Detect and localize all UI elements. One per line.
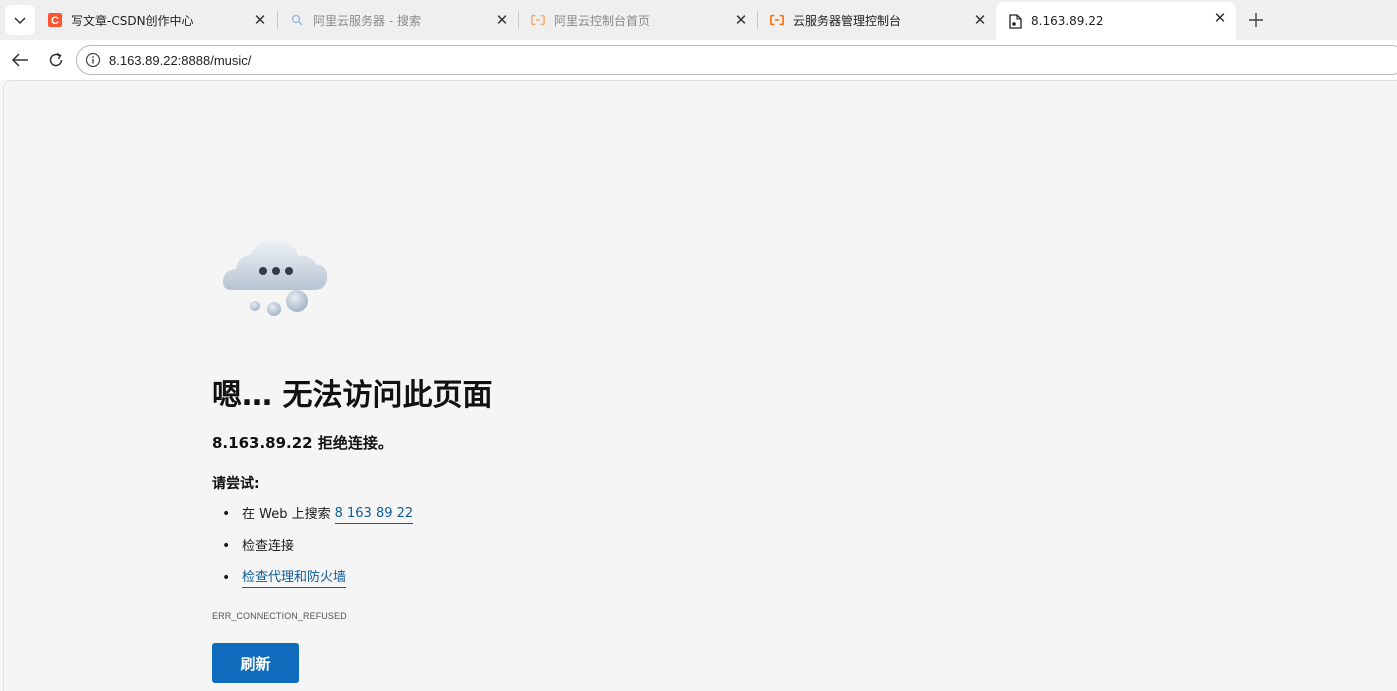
- refresh-button[interactable]: 刷新: [212, 643, 299, 683]
- aliyun-logo-icon: [770, 13, 784, 27]
- new-tab-button[interactable]: [1242, 6, 1270, 34]
- tab-ecs-console[interactable]: 云服务器管理控制台 ✕: [758, 4, 996, 36]
- check-proxy-firewall-link[interactable]: 检查代理和防火墙: [242, 569, 347, 588]
- tab-active-8-163-89-22[interactable]: 8.163.89.22 ✕: [996, 2, 1236, 40]
- suggestions-list: • 在 Web 上搜索 8 163 89 22 • 检查连接 • 检查代理和防火…: [222, 505, 414, 601]
- tab-title: 写文章-CSDN创作中心: [71, 13, 194, 28]
- close-icon[interactable]: ✕: [733, 11, 749, 29]
- svg-text:C: C: [51, 15, 59, 27]
- error-code: ERR_CONNECTION_REFUSED: [212, 611, 347, 621]
- arrow-left-icon: [11, 53, 28, 67]
- url-text[interactable]: 8.163.89.22:8888/music/: [109, 53, 251, 68]
- check-connection-text: 检查连接: [242, 539, 295, 554]
- address-bar[interactable]: 8.163.89.22:8888/music/: [76, 45, 1397, 75]
- close-icon[interactable]: ✕: [972, 11, 988, 29]
- tab-title: 云服务器管理控制台: [793, 13, 902, 28]
- broken-page-icon: [1008, 13, 1022, 29]
- search-web-link[interactable]: 8 163 89 22: [334, 505, 414, 524]
- list-item: • 在 Web 上搜索 8 163 89 22: [222, 505, 414, 537]
- aliyun-logo-icon: [531, 13, 545, 27]
- tab-aliyun-console-home[interactable]: 阿里云控制台首页 ✕: [519, 4, 757, 36]
- tab-aliyun-search[interactable]: 阿里云服务器 - 搜索 ✕: [278, 4, 518, 36]
- try-label: 请尝试:: [212, 476, 260, 492]
- search-icon: [290, 13, 304, 27]
- reload-button[interactable]: [42, 46, 70, 74]
- tab-title: 8.163.89.22: [1031, 14, 1104, 28]
- close-icon[interactable]: ✕: [1212, 9, 1228, 27]
- chevron-down-icon: [14, 17, 26, 25]
- tab-title: 阿里云控制台首页: [554, 13, 651, 28]
- page-title: 嗯… 无法访问此页面: [212, 378, 493, 413]
- tab-actions-menu-button[interactable]: [5, 5, 35, 35]
- plus-icon: [1249, 13, 1263, 27]
- close-icon[interactable]: ✕: [494, 11, 510, 29]
- browser-toolbar: 8.163.89.22:8888/music/: [0, 40, 1397, 80]
- error-description: 8.163.89.22 拒绝连接。: [212, 434, 393, 452]
- list-item: • 检查代理和防火墙: [222, 569, 347, 588]
- info-icon[interactable]: [85, 52, 101, 68]
- close-icon[interactable]: ✕: [252, 11, 268, 29]
- tab-csdn[interactable]: C 写文章-CSDN创作中心 ✕: [36, 4, 276, 36]
- tab-strip: C 写文章-CSDN创作中心 ✕ 阿里云服务器 - 搜索 ✕ 阿里云控制台首页 …: [0, 0, 1397, 40]
- search-suggestion-text: 在 Web 上搜索: [242, 507, 331, 522]
- cloud-error-icon: [222, 240, 328, 316]
- back-button[interactable]: [6, 46, 34, 74]
- tab-title: 阿里云服务器 - 搜索: [313, 13, 421, 28]
- list-item: • 检查连接: [222, 537, 413, 569]
- csdn-logo-icon: C: [48, 13, 62, 27]
- refresh-icon: [49, 52, 63, 67]
